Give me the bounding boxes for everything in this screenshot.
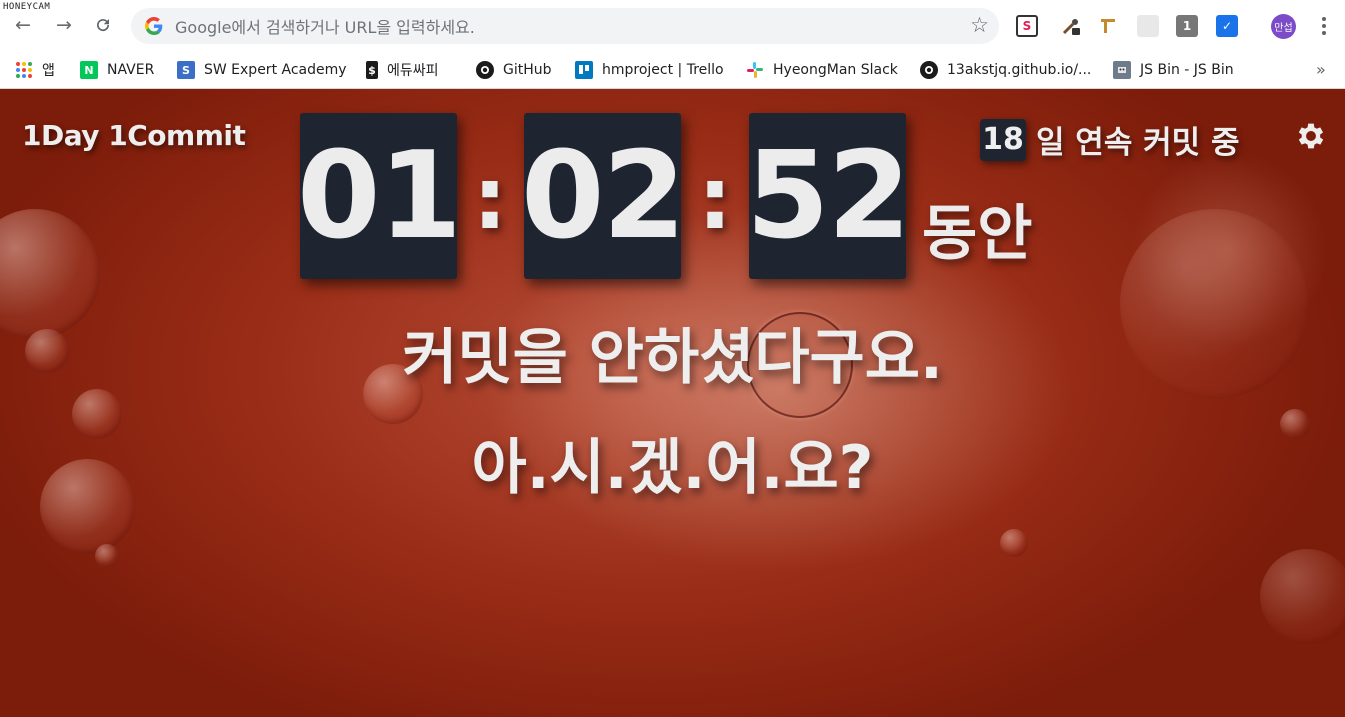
bookmark-label: hmproject | Trello	[602, 62, 724, 78]
github-icon	[476, 61, 494, 79]
bookmark-label: 13akstjq.github.io/...	[947, 62, 1092, 78]
browser-toolbar: ← → ☆ S 1 ✓ 만섭	[0, 0, 1345, 52]
pin-extension-icon[interactable]	[1098, 15, 1120, 37]
back-icon[interactable]: ←	[11, 13, 35, 37]
timer-hours: 01	[297, 113, 462, 279]
jsbin-icon	[1113, 61, 1131, 79]
settings-gear-icon[interactable]	[1294, 119, 1328, 153]
google-icon	[145, 17, 163, 35]
forward-icon[interactable]: →	[52, 13, 76, 37]
bookmark-swea[interactable]: S SW Expert Academy	[177, 57, 347, 83]
streak-label: 일 연속 커밋 중	[1036, 125, 1240, 161]
naver-icon: N	[80, 61, 98, 79]
menu-kebab-icon[interactable]	[1314, 12, 1334, 40]
message-line-2: 아.시.겠.어.요?	[471, 433, 874, 503]
bookmarks-bar: 앱 N NAVER S SW Expert Academy $ 에듀싸피 Git…	[0, 52, 1345, 89]
trello-icon	[575, 61, 593, 79]
swea-icon: S	[177, 61, 195, 79]
background-bubble	[1000, 529, 1028, 557]
timer-separator: :	[472, 149, 508, 249]
check-extension-icon[interactable]: ✓	[1216, 15, 1238, 37]
watermark: HONEYCAM	[3, 2, 51, 12]
bookmark-github-io[interactable]: 13akstjq.github.io/...	[920, 57, 1091, 83]
bookmark-slack[interactable]: HyeongMan Slack	[746, 57, 898, 83]
bookmark-label: NAVER	[107, 62, 155, 78]
background-bubble	[95, 544, 119, 568]
bookmark-edussafy[interactable]: $ 에듀싸피	[366, 57, 439, 83]
eyedropper-extension-icon[interactable]	[1060, 15, 1082, 37]
message-line-1: 커밋을 안하셨다구요.	[402, 323, 943, 393]
bookmark-trello[interactable]: hmproject | Trello	[575, 57, 724, 83]
background-bubble	[1260, 549, 1345, 644]
bookmark-apps[interactable]: 앱	[15, 57, 55, 83]
bookmark-label: HyeongMan Slack	[773, 62, 898, 78]
app-brand: 1Day 1Commit	[22, 119, 246, 152]
reload-icon[interactable]	[91, 13, 115, 37]
bookmark-label: 앱	[42, 63, 55, 79]
slack-extension-icon[interactable]: S	[1016, 15, 1038, 37]
grid-extension-icon[interactable]	[1137, 15, 1159, 37]
timer-seconds: 52	[746, 113, 911, 279]
edussafy-icon: $	[366, 61, 378, 79]
timer-minutes: 02	[521, 113, 686, 279]
slack-icon	[746, 61, 764, 79]
page-content: 1Day 1Commit 18 일 연속 커밋 중 01 : 02 : 52 동…	[0, 89, 1345, 717]
timer-suffix: 동안	[922, 199, 1033, 269]
bookmark-label: SW Expert Academy	[204, 62, 347, 78]
badge-extension-icon[interactable]: 1	[1176, 15, 1198, 37]
apps-grid-icon	[15, 61, 33, 79]
streak-indicator: 18 일 연속 커밋 중	[980, 117, 1240, 162]
github-icon	[920, 61, 938, 79]
bookmark-label: GitHub	[503, 62, 552, 78]
bookmark-star-icon[interactable]: ☆	[970, 13, 989, 37]
bookmarks-overflow-button[interactable]: »	[1316, 60, 1326, 79]
timer-separator: :	[697, 149, 733, 249]
omnibox[interactable]: ☆	[131, 8, 999, 44]
bookmark-jsbin[interactable]: JS Bin - JS Bin	[1113, 57, 1234, 83]
bookmark-label: JS Bin - JS Bin	[1140, 62, 1234, 78]
bookmark-github[interactable]: GitHub	[476, 57, 552, 83]
bookmark-naver[interactable]: N NAVER	[80, 57, 154, 83]
address-input[interactable]	[173, 14, 937, 40]
streak-count: 18	[980, 118, 1026, 161]
profile-avatar[interactable]: 만섭	[1271, 14, 1296, 39]
bookmark-label: 에듀싸피	[387, 63, 439, 79]
